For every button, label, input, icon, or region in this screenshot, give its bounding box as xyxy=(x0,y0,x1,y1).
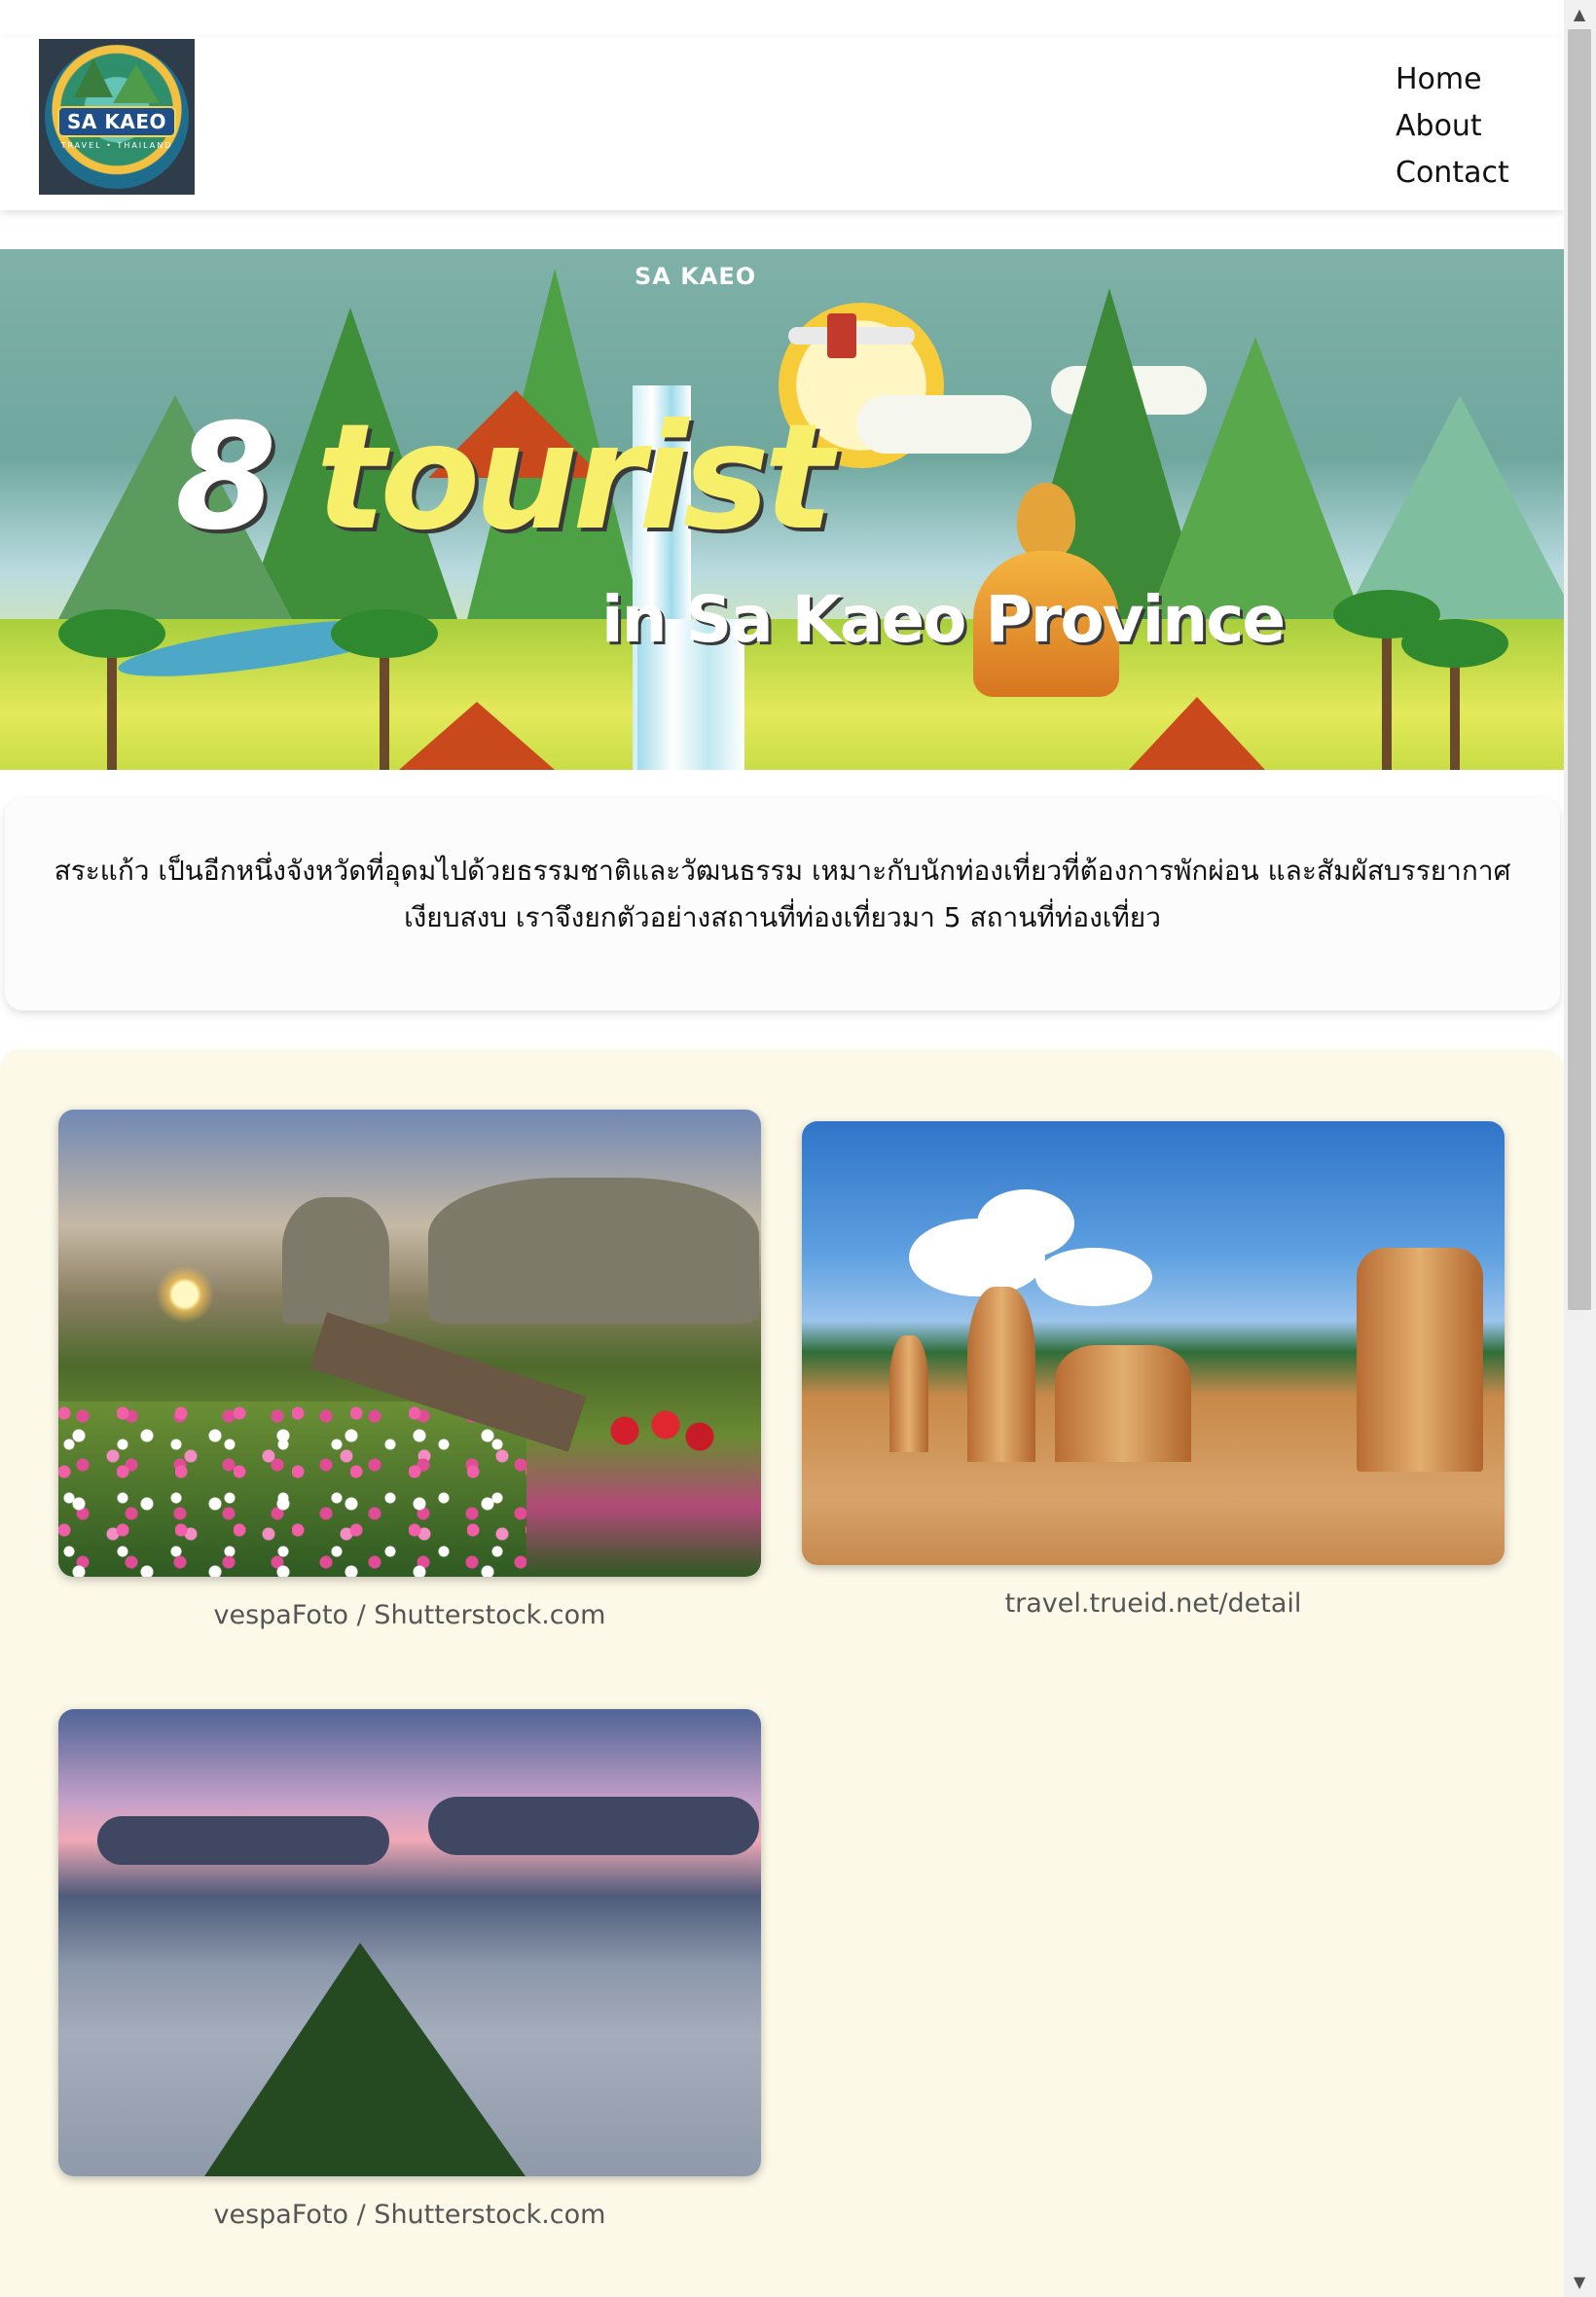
palm-tree-icon xyxy=(58,609,165,770)
misty-mountain-photo[interactable] xyxy=(58,1709,761,2176)
intro-card: สระแก้ว เป็นอีกหนึ่งจังหวัดที่อุดมไปด้วย… xyxy=(5,798,1560,1010)
photo-caption: travel.trueid.net/detail xyxy=(1004,1588,1302,1619)
hero-title-number: 8 xyxy=(175,393,276,563)
logo-subtitle: TRAVEL • THAILAND xyxy=(60,140,173,150)
poinsettia-graphic xyxy=(584,1402,720,1460)
mountain-graphic xyxy=(1148,337,1362,619)
sun-graphic xyxy=(156,1265,214,1324)
photo-caption: vespaFoto / Shutterstock.com xyxy=(213,1600,606,1630)
soil-pillar-graphic xyxy=(889,1335,928,1452)
temple-roof-icon xyxy=(399,702,555,770)
photo-caption: vespaFoto / Shutterstock.com xyxy=(213,2200,606,2230)
nav-about-link[interactable]: About xyxy=(1396,103,1509,150)
logo-title: SA KAEO xyxy=(57,105,176,137)
rock-graphic xyxy=(282,1197,389,1324)
cloud-graphic xyxy=(977,1189,1074,1258)
airplane-icon xyxy=(788,313,915,358)
temple-roof-icon xyxy=(1129,697,1265,770)
flower-field-photo[interactable] xyxy=(58,1110,761,1577)
logo-mountain-icon xyxy=(74,58,113,97)
site-header: SA KAEO TRAVEL • THAILAND Home About Con… xyxy=(0,37,1564,210)
scrollbar-thumb[interactable] xyxy=(1568,29,1591,1310)
buddha-head xyxy=(1017,483,1075,561)
cloud-graphic xyxy=(97,1816,389,1865)
site-logo[interactable]: SA KAEO TRAVEL • THAILAND xyxy=(39,39,195,195)
main-nav: Home About Contact xyxy=(1396,56,1509,197)
hero-banner: SA KAEO 8 tourist in Sa Kaeo Province xyxy=(0,249,1564,770)
hero-label: SA KAEO xyxy=(635,263,757,290)
nav-contact-link[interactable]: Contact xyxy=(1396,150,1509,197)
soil-pillar-graphic xyxy=(1357,1248,1483,1472)
cloud-graphic xyxy=(428,1797,759,1855)
logo-badge-icon: SA KAEO TRAVEL • THAILAND xyxy=(45,45,189,189)
soil-pillar-graphic xyxy=(967,1287,1035,1462)
nav-home-link[interactable]: Home xyxy=(1396,56,1509,103)
soil-pillar-graphic xyxy=(1055,1345,1191,1462)
gallery-section: vespaFoto / Shutterstock.com travel.true… xyxy=(0,1049,1564,2297)
scroll-up-arrow-icon[interactable]: ▲ xyxy=(1569,4,1590,25)
mountain-graphic xyxy=(204,1943,526,2176)
cloud-graphic xyxy=(1035,1248,1152,1306)
palm-tree-icon xyxy=(1401,619,1508,770)
hero-title-word: tourist xyxy=(315,393,834,563)
soil-pillars-photo[interactable] xyxy=(802,1121,1505,1565)
palm-tree-icon xyxy=(331,609,438,770)
flowers-graphic xyxy=(58,1402,526,1577)
cloud-graphic xyxy=(856,395,1032,454)
scroll-down-arrow-icon[interactable]: ▼ xyxy=(1569,2272,1590,2293)
intro-text: สระแก้ว เป็นอีกหนึ่งจังหวัดที่อุดมไปด้วย… xyxy=(54,855,1511,933)
hero-title: 8 tourist xyxy=(175,405,834,551)
logo-mountain-icon xyxy=(113,64,160,103)
palm-tree-icon xyxy=(1333,590,1440,770)
rock-graphic xyxy=(428,1178,759,1324)
mountain-graphic xyxy=(1343,395,1564,619)
hero-subtitle: in Sa Kaeo Province xyxy=(601,582,1286,657)
